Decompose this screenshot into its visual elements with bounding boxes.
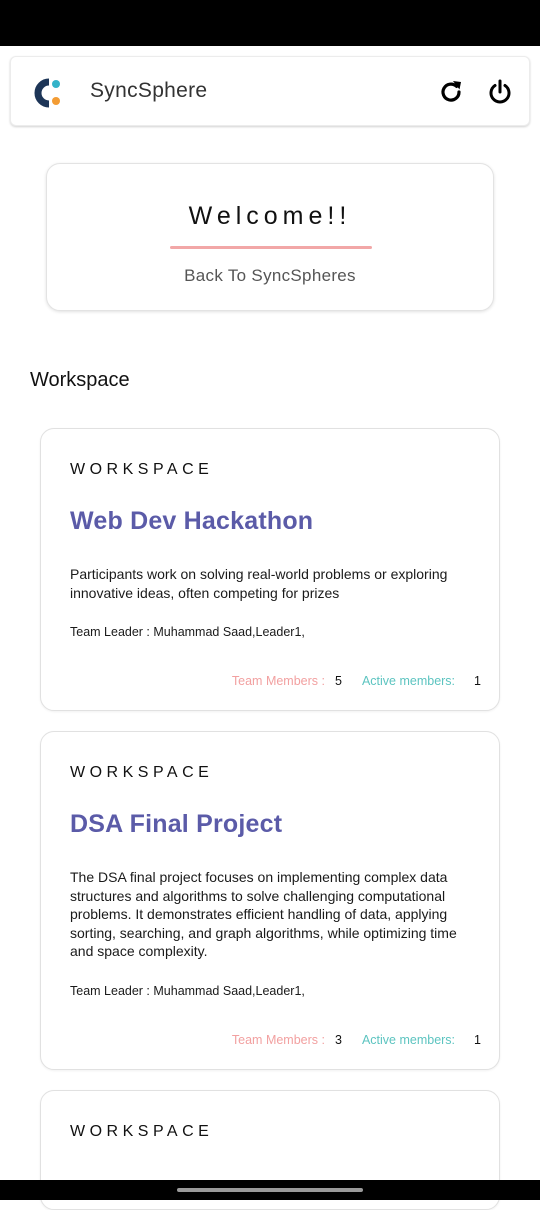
- workspace-stats: Team Members : 5 Active members: 1: [232, 674, 481, 688]
- workspace-title[interactable]: DSA Final Project: [70, 810, 282, 839]
- workspace-label: WORKSPACE: [70, 461, 214, 478]
- workspace-title[interactable]: Web Dev Hackathon: [70, 507, 313, 536]
- power-icon: [489, 79, 511, 104]
- team-members-count: 3: [335, 1033, 342, 1047]
- refresh-button[interactable]: [435, 76, 467, 108]
- workspace-card[interactable]: WORKSPACE Web Dev Hackathon Participants…: [40, 428, 500, 711]
- active-members-label: Active members:: [361, 674, 456, 688]
- welcome-subtitle: Back To SyncSpheres: [184, 266, 356, 285]
- active-members-count: 1: [474, 1033, 481, 1047]
- syncsphere-logo-icon: [34, 78, 60, 108]
- status-bar: [0, 0, 540, 46]
- workspace-label: WORKSPACE: [70, 764, 214, 781]
- team-members-count: 5: [335, 674, 342, 688]
- welcome-underline: [170, 246, 372, 249]
- logout-button[interactable]: [484, 76, 516, 108]
- team-leader: Team Leader : Muhammad Saad,Leader1,: [70, 625, 305, 639]
- team-members-label: Team Members :: [231, 674, 325, 688]
- app-title: SyncSphere: [90, 79, 208, 102]
- active-members-count: 1: [474, 674, 481, 688]
- workspace-label: WORKSPACE: [70, 1123, 214, 1140]
- app-bar: SyncSphere: [10, 56, 530, 126]
- workspace-card[interactable]: WORKSPACE DSA Final Project The DSA fina…: [40, 731, 500, 1070]
- welcome-title: Welcome!!: [188, 202, 352, 230]
- workspace-description: The DSA final project focuses on impleme…: [70, 869, 457, 959]
- workspace-stats: Team Members : 3 Active members: 1: [232, 1033, 481, 1047]
- workspace-description: Participants work on solving real-world …: [70, 566, 448, 601]
- workspace-section-title: Workspace: [30, 369, 130, 391]
- welcome-card: Welcome!! Back To SyncSpheres: [46, 163, 494, 311]
- active-members-label: Active members:: [361, 1033, 456, 1047]
- refresh-icon: [441, 81, 461, 102]
- home-indicator[interactable]: [177, 1188, 363, 1192]
- team-members-label: Team Members :: [231, 1033, 325, 1047]
- team-leader: Team Leader : Muhammad Saad,Leader1,: [70, 984, 305, 998]
